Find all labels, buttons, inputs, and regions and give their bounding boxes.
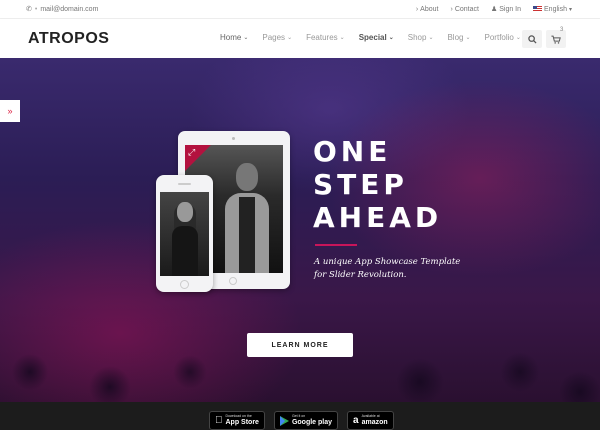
nav-label: Blog bbox=[447, 33, 464, 42]
nav-item-shop[interactable]: Shop ⌄ bbox=[408, 33, 434, 42]
man-photo bbox=[225, 163, 269, 273]
headline-line-3: AHEAD bbox=[313, 201, 443, 234]
sign-in-link[interactable]: ♟ Sign In bbox=[490, 5, 522, 14]
app-store-badge[interactable]:  Download on the App Store bbox=[209, 411, 265, 430]
main-header: ATROPOS Home ⌄ Pages ⌄ Features ⌄ Special ⌄ … bbox=[0, 19, 600, 58]
arrow-right-icon: › bbox=[450, 5, 453, 13]
chevron-down-icon: ⌄ bbox=[287, 35, 293, 41]
badge-big-text: amazon bbox=[354, 418, 388, 426]
nav-label: Home bbox=[220, 33, 242, 42]
contact-separator: • bbox=[34, 5, 38, 13]
cart-count-badge: 3 bbox=[560, 27, 564, 33]
about-link[interactable]: › About bbox=[416, 6, 439, 13]
phone-speaker bbox=[178, 183, 191, 185]
headline-line-1: ONE bbox=[313, 135, 392, 168]
about-label: About bbox=[420, 5, 439, 13]
nav-item-home[interactable]: Home ⌄ bbox=[220, 33, 248, 42]
phone-home-button bbox=[180, 280, 189, 289]
google-play-icon bbox=[279, 415, 289, 426]
nav-item-special[interactable]: Special ⌄ bbox=[359, 33, 394, 42]
nav-label: Shop bbox=[407, 33, 427, 42]
top-utility-bar: ✆ 1800-555-1234 • mail@domain.com ›About… bbox=[0, 0, 600, 239]
contact-label: Contact bbox=[454, 5, 479, 13]
chevron-down-icon: ⌄ bbox=[515, 35, 521, 41]
chevron-down-icon: ⌄ bbox=[243, 35, 249, 41]
phone-mockup bbox=[156, 175, 213, 292]
learn-more-button[interactable]: LEARN MORE bbox=[247, 333, 353, 357]
amazon-badge[interactable]: a Available at amazon bbox=[347, 411, 394, 430]
language-selector[interactable]: English ▾ bbox=[533, 6, 572, 13]
search-button[interactable] bbox=[522, 30, 542, 48]
nav-item-blog[interactable]: Blog ⌄ bbox=[447, 33, 470, 42]
expand-icon: ⤢ bbox=[188, 147, 196, 157]
chevron-down-icon: ⌄ bbox=[465, 35, 471, 41]
cart-icon bbox=[551, 35, 561, 44]
contact-link[interactable]: › Contact bbox=[450, 6, 478, 13]
amazon-icon: a bbox=[353, 415, 359, 426]
nav-label: Pages bbox=[262, 33, 286, 42]
us-flag-icon bbox=[533, 6, 543, 12]
chevron-down-icon: ⌄ bbox=[339, 35, 345, 41]
google-play-badge[interactable]: Get it on Google play bbox=[273, 411, 339, 430]
email-address[interactable]: mail@domain.com bbox=[40, 6, 98, 13]
head-shape bbox=[236, 163, 258, 191]
app-badges-bar:  Download on the App Store Get it on Go… bbox=[0, 402, 600, 430]
language-label: English bbox=[544, 5, 567, 13]
head-shape bbox=[177, 202, 193, 222]
chevron-down-icon: ⌄ bbox=[428, 35, 434, 41]
badge-text: Get it on Google play bbox=[292, 415, 332, 426]
phone-icon: ✆ bbox=[26, 6, 32, 13]
topbar-links: › About › Contact ♟ Sign In English ▾ bbox=[416, 5, 572, 14]
arrow-right-icon: › bbox=[415, 5, 419, 13]
contact-info: ✆ 1800-555-1234 • mail@domain.com bbox=[26, 5, 239, 239]
shirt-shape bbox=[239, 197, 255, 273]
caret-down-icon: ▾ bbox=[568, 6, 572, 13]
nav-label: Features bbox=[306, 33, 338, 42]
concert-crowd-background bbox=[0, 222, 600, 402]
badge-text: Download on the App Store bbox=[226, 415, 259, 426]
nav-item-pages[interactable]: Pages ⌄ bbox=[262, 33, 292, 42]
users-icon: ♟ bbox=[490, 6, 498, 13]
nav-item-portfolio[interactable]: Portfolio ⌄ bbox=[485, 33, 521, 42]
tablet-camera bbox=[232, 137, 235, 140]
chevron-down-icon: ⌄ bbox=[388, 35, 394, 41]
tablet-home-button bbox=[229, 277, 237, 285]
hero-subtitle: A unique App Showcase Template for Slide… bbox=[314, 257, 461, 280]
badge-big-text: App Store bbox=[218, 418, 259, 426]
nav-label: Portfolio bbox=[484, 33, 514, 42]
double-chevron-right-icon: » bbox=[7, 106, 13, 116]
badge-text: Available at amazon bbox=[362, 415, 388, 426]
accent-divider bbox=[315, 244, 357, 246]
side-panel-toggle[interactable]: » bbox=[0, 100, 20, 122]
phone-screen bbox=[160, 192, 209, 276]
badge-big-text: Google play bbox=[284, 418, 332, 426]
store-badges:  Download on the App Store Get it on Go… bbox=[209, 411, 394, 430]
hero-slider: » ⤢ ONE STEP AHEAD A unique App Showcase… bbox=[0, 58, 600, 402]
headline-line-2: STEP bbox=[313, 168, 408, 201]
woman-photo bbox=[172, 202, 198, 276]
site-logo[interactable]: ATROPOS bbox=[28, 30, 109, 48]
main-nav: Home ⌄ Pages ⌄ Features ⌄ Special ⌄ Shop ⌄ Bl… bbox=[220, 33, 521, 42]
nav-label: Special bbox=[358, 33, 387, 42]
nav-item-features[interactable]: Features ⌄ bbox=[306, 33, 345, 42]
hero-headline: ONE STEP AHEAD bbox=[313, 135, 442, 234]
apple-icon:  bbox=[215, 415, 223, 426]
sign-in-label: Sign In bbox=[499, 5, 522, 13]
search-icon bbox=[527, 34, 537, 44]
body-shape bbox=[172, 226, 198, 276]
